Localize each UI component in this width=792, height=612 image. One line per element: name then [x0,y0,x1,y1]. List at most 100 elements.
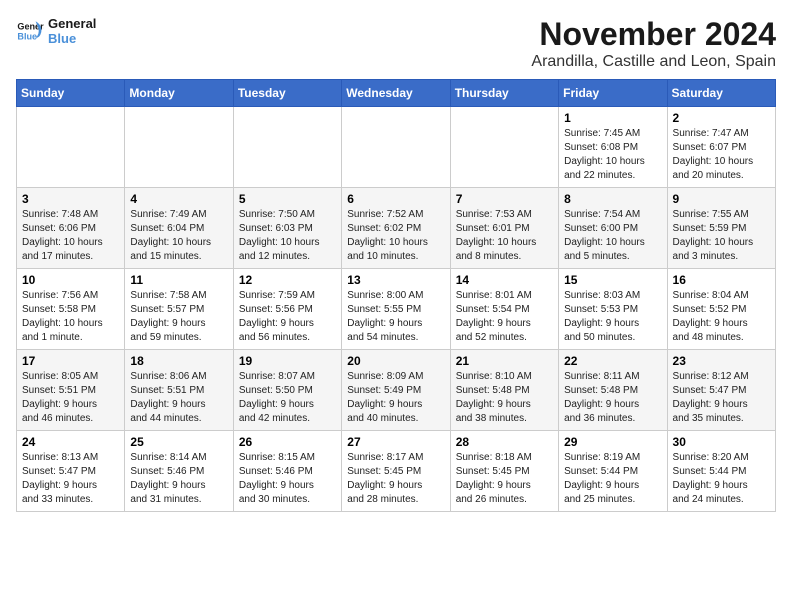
calendar-cell: 13 Sunrise: 8:00 AM Sunset: 5:55 PM Dayli… [342,269,450,350]
day-number: 12 [239,273,336,287]
day-number: 5 [239,192,336,206]
calendar-cell [233,107,341,188]
calendar-cell: 7Sunrise: 7:53 AM Sunset: 6:01 PM Daylig… [450,188,558,269]
calendar-body: 1Sunrise: 7:45 AM Sunset: 6:08 PM Daylig… [17,107,776,512]
calendar-cell: 2Sunrise: 7:47 AM Sunset: 6:07 PM Daylig… [667,107,775,188]
day-info: Sunrise: 7:48 AM Sunset: 6:06 PM Dayligh… [22,208,119,264]
day-info: Sunrise: 8:17 AM Sunset: 5:45 PM Dayligh… [347,451,444,507]
day-number: 20 [347,354,444,368]
day-info: Sunrise: 8:09 AM Sunset: 5:49 PM Dayligh… [347,370,444,426]
month-title: November 2024 [531,16,776,53]
calendar-cell: 24 Sunrise: 8:13 AM Sunset: 5:47 PM Dayli… [17,431,125,512]
day-number: 11 [130,273,227,287]
calendar-week-1: 1Sunrise: 7:45 AM Sunset: 6:08 PM Daylig… [17,107,776,188]
day-info: Sunrise: 8:13 AM Sunset: 5:47 PM Dayligh… [22,451,119,507]
day-number: 17 [22,354,119,368]
logo: General Blue General Blue [16,16,96,46]
logo-icon: General Blue [16,17,44,45]
calendar-cell: 29 Sunrise: 8:19 AM Sunset: 5:44 PM Dayli… [559,431,667,512]
calendar-cell: 17 Sunrise: 8:05 AM Sunset: 5:51 PM Dayli… [17,350,125,431]
calendar-cell: 10Sunrise: 7:56 AM Sunset: 5:58 PM Dayli… [17,269,125,350]
day-number: 4 [130,192,227,206]
day-info: Sunrise: 7:50 AM Sunset: 6:03 PM Dayligh… [239,208,336,264]
calendar-cell: 23 Sunrise: 8:12 AM Sunset: 5:47 PM Dayli… [667,350,775,431]
day-number: 29 [564,435,661,449]
calendar-cell: 28 Sunrise: 8:18 AM Sunset: 5:45 PM Dayli… [450,431,558,512]
day-info: Sunrise: 8:20 AM Sunset: 5:44 PM Dayligh… [673,451,770,507]
logo-text-line1: General [48,16,96,31]
calendar-cell: 25 Sunrise: 8:14 AM Sunset: 5:46 PM Dayli… [125,431,233,512]
calendar-cell: 16Sunrise: 8:04 AM Sunset: 5:52 PM Dayli… [667,269,775,350]
day-info: Sunrise: 8:12 AM Sunset: 5:47 PM Dayligh… [673,370,770,426]
day-number: 16 [673,273,770,287]
calendar-cell: 5 Sunrise: 7:50 AM Sunset: 6:03 PM Daylig… [233,188,341,269]
day-number: 13 [347,273,444,287]
day-number: 27 [347,435,444,449]
calendar-cell: 12 Sunrise: 7:59 AM Sunset: 5:56 PM Dayli… [233,269,341,350]
day-number: 26 [239,435,336,449]
day-number: 7 [456,192,553,206]
calendar-cell [17,107,125,188]
calendar-week-3: 10Sunrise: 7:56 AM Sunset: 5:58 PM Dayli… [17,269,776,350]
calendar-table: SundayMondayTuesdayWednesdayThursdayFrid… [16,79,776,512]
calendar-cell: 20 Sunrise: 8:09 AM Sunset: 5:49 PM Dayli… [342,350,450,431]
calendar-cell: 4Sunrise: 7:49 AM Sunset: 6:04 PM Daylig… [125,188,233,269]
calendar-cell: 30 Sunrise: 8:20 AM Sunset: 5:44 PM Dayli… [667,431,775,512]
calendar-cell [342,107,450,188]
calendar-cell: 1Sunrise: 7:45 AM Sunset: 6:08 PM Daylig… [559,107,667,188]
day-number: 30 [673,435,770,449]
day-info: Sunrise: 8:01 AM Sunset: 5:54 PM Dayligh… [456,289,553,345]
calendar-cell: 22 Sunrise: 8:11 AM Sunset: 5:48 PM Dayli… [559,350,667,431]
day-number: 23 [673,354,770,368]
day-number: 19 [239,354,336,368]
day-info: Sunrise: 8:05 AM Sunset: 5:51 PM Dayligh… [22,370,119,426]
calendar-cell: 3 Sunrise: 7:48 AM Sunset: 6:06 PM Daylig… [17,188,125,269]
calendar-week-5: 24 Sunrise: 8:13 AM Sunset: 5:47 PM Dayli… [17,431,776,512]
day-number: 24 [22,435,119,449]
weekday-header-wednesday: Wednesday [342,80,450,107]
calendar-cell [125,107,233,188]
day-info: Sunrise: 8:00 AM Sunset: 5:55 PM Dayligh… [347,289,444,345]
calendar-cell: 11Sunrise: 7:58 AM Sunset: 5:57 PM Dayli… [125,269,233,350]
day-info: Sunrise: 8:07 AM Sunset: 5:50 PM Dayligh… [239,370,336,426]
day-info: Sunrise: 8:11 AM Sunset: 5:48 PM Dayligh… [564,370,661,426]
calendar-cell: 21Sunrise: 8:10 AM Sunset: 5:48 PM Dayli… [450,350,558,431]
day-info: Sunrise: 8:14 AM Sunset: 5:46 PM Dayligh… [130,451,227,507]
day-info: Sunrise: 8:15 AM Sunset: 5:46 PM Dayligh… [239,451,336,507]
day-number: 22 [564,354,661,368]
day-number: 9 [673,192,770,206]
calendar-cell: 27 Sunrise: 8:17 AM Sunset: 5:45 PM Dayli… [342,431,450,512]
weekday-header-sunday: Sunday [17,80,125,107]
day-number: 18 [130,354,227,368]
weekday-header-saturday: Saturday [667,80,775,107]
calendar-cell: 18 Sunrise: 8:06 AM Sunset: 5:51 PM Dayli… [125,350,233,431]
header: General Blue General Blue November 2024 … [16,16,776,71]
day-info: Sunrise: 8:18 AM Sunset: 5:45 PM Dayligh… [456,451,553,507]
location-title: Arandilla, Castille and Leon, Spain [531,53,776,71]
calendar-cell: 14 Sunrise: 8:01 AM Sunset: 5:54 PM Dayli… [450,269,558,350]
day-number: 14 [456,273,553,287]
day-number: 28 [456,435,553,449]
day-number: 15 [564,273,661,287]
day-info: Sunrise: 8:19 AM Sunset: 5:44 PM Dayligh… [564,451,661,507]
day-info: Sunrise: 7:45 AM Sunset: 6:08 PM Dayligh… [564,127,661,183]
day-number: 3 [22,192,119,206]
weekday-header-monday: Monday [125,80,233,107]
svg-text:Blue: Blue [17,31,37,41]
day-info: Sunrise: 7:59 AM Sunset: 5:56 PM Dayligh… [239,289,336,345]
calendar-cell: 6Sunrise: 7:52 AM Sunset: 6:02 PM Daylig… [342,188,450,269]
logo-text-line2: Blue [48,31,96,46]
weekday-header-tuesday: Tuesday [233,80,341,107]
day-number: 2 [673,111,770,125]
day-info: Sunrise: 7:55 AM Sunset: 5:59 PM Dayligh… [673,208,770,264]
calendar-cell: 8Sunrise: 7:54 AM Sunset: 6:00 PM Daylig… [559,188,667,269]
day-number: 6 [347,192,444,206]
weekday-header-friday: Friday [559,80,667,107]
day-info: Sunrise: 8:10 AM Sunset: 5:48 PM Dayligh… [456,370,553,426]
day-info: Sunrise: 7:54 AM Sunset: 6:00 PM Dayligh… [564,208,661,264]
day-info: Sunrise: 8:03 AM Sunset: 5:53 PM Dayligh… [564,289,661,345]
calendar-header-row: SundayMondayTuesdayWednesdayThursdayFrid… [17,80,776,107]
day-number: 25 [130,435,227,449]
day-info: Sunrise: 8:06 AM Sunset: 5:51 PM Dayligh… [130,370,227,426]
calendar-cell: 15 Sunrise: 8:03 AM Sunset: 5:53 PM Dayli… [559,269,667,350]
